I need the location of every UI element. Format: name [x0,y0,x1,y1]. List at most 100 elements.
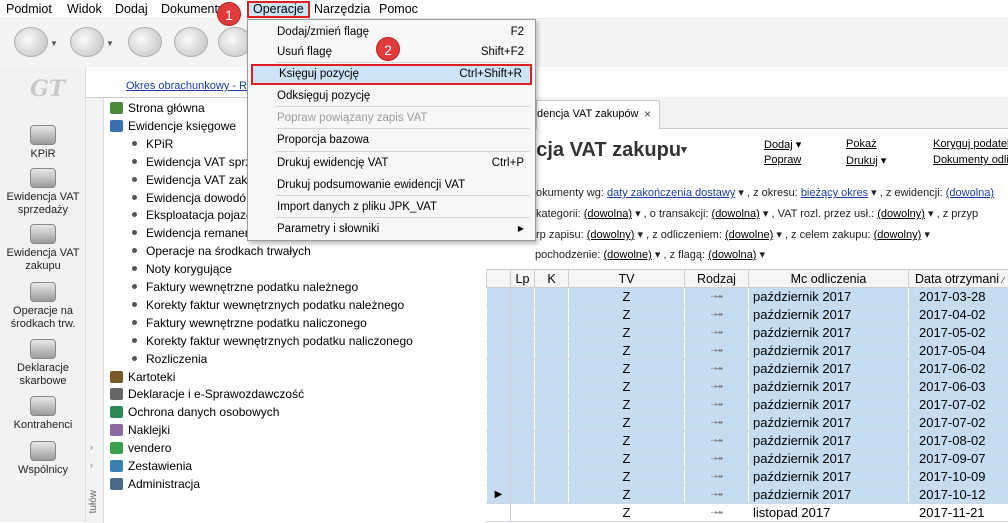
filter-purpose[interactable]: (dowolny) [874,229,922,241]
table-row[interactable]: Z⇢↠październik 20172017-05-04 [487,342,1008,360]
menu-item-drukuj-podsumowanie-ewidencji-vat[interactable]: Drukuj podsumowanie ewidencji VAT [251,175,532,196]
nav-kontrahenci[interactable]: Kontrahenci [0,396,86,432]
records-grid: Lp K TV Rodzaj Mc odliczenia Data otrzym… [486,269,1008,522]
table-row[interactable]: Z⇢↠listopad 20172017-11-21 [487,504,1008,522]
tree-item[interactable]: Ochrona danych osobowych [110,403,279,421]
tree-item[interactable]: Eksploatacja pojazc [132,206,252,224]
tree-item[interactable]: Operacje na środkach trwałych [132,242,311,260]
tree-item[interactable]: Strona główna [110,99,205,117]
menu-item-popraw-powi-zany-zapis-vat[interactable]: Popraw powiązany zapis VAT [251,108,532,129]
tree-item[interactable]: Ewidencja remaner [132,224,249,242]
chevron-down-icon[interactable]: ▼ [106,39,114,48]
period-link[interactable]: Okres obrachunkowy - Ro [126,80,253,92]
nav-vat-sprzedazy[interactable]: Ewidencja VAT sprzedaży [0,168,86,217]
tree-item[interactable]: Ewidencja VAT sprz [132,153,251,171]
tree-item[interactable]: Zestawienia [110,457,192,475]
nav-vat-zakupu[interactable]: Ewidencja VAT zakupu [0,224,86,273]
tab-ewidencja-vat-zakupow[interactable]: dencja VAT zakupów × [536,100,660,129]
filter-transaction[interactable]: (dowolna) [712,208,760,220]
menu-item-parametry-i-s-owniki[interactable]: Parametry i słowniki▶ [251,219,532,240]
tree-item[interactable]: Kartoteki [110,368,175,386]
cell-data-otrzymania: 2017-08-02 [909,432,1008,450]
chevron-down-icon[interactable]: ▼ [50,39,58,48]
cell-lp [511,306,535,324]
nav-kpir[interactable]: KPiR [0,125,86,161]
tree-item[interactable]: Korekty faktur wewnętrznych podatku nale… [132,296,404,314]
table-row[interactable]: Z⇢↠październik 20172017-07-02 [487,414,1008,432]
menu-pomoc[interactable]: Pomoc [375,1,422,18]
chevron-right-icon[interactable]: › [90,442,93,452]
close-icon[interactable]: × [644,101,651,127]
tree-item-label: Korekty faktur wewnętrznych podatku nali… [146,334,413,348]
table-row[interactable]: Z⇢↠październik 20172017-04-02 [487,306,1008,324]
dokumenty-odliczen-button[interactable]: Dokumenty odliczeń [933,154,1008,166]
dodaj-button[interactable]: Dodaj ▾ [764,138,801,151]
menu-item-odksi-guj-pozycj-[interactable]: Odksięguj pozycję [251,86,532,107]
table-row[interactable]: Z⇢↠październik 20172017-05-02 [487,324,1008,342]
col-data-otrzymania[interactable]: Data otrzymani ⁄ [909,270,1008,288]
col-lp[interactable]: Lp [511,270,535,288]
chevron-right-icon[interactable]: › [90,460,93,470]
filter-category[interactable]: (dowolna) [584,208,632,220]
filter-origin[interactable]: (dowolne) [604,249,652,261]
menu-dodaj[interactable]: Dodaj [111,1,152,18]
tree-item[interactable]: Administracja [110,475,200,493]
filter-deduction[interactable]: (dowolne) [725,229,773,241]
table-row[interactable]: Z⇢↠październik 20172017-03-28 [487,288,1008,306]
nav-deklaracje[interactable]: Deklaracje skarbowe [0,339,86,388]
shield-icon [110,406,123,418]
filter-vat-service[interactable]: (dowolny) [877,208,925,220]
filter-entry-type[interactable]: (dowolny) [587,229,635,241]
tree-item[interactable]: Rozliczenia [132,350,207,368]
table-row[interactable]: Z⇢↠październik 20172017-10-09 [487,468,1008,486]
pokaz-button[interactable]: Pokaż [846,138,877,150]
menu-item-drukuj-ewidencj-vat[interactable]: Drukuj ewidencję VATCtrl+P [251,153,532,174]
col-rodzaj[interactable]: Rodzaj [685,270,749,288]
tree-item[interactable]: Ewidencja dowodó [132,189,246,207]
table-row[interactable]: Z⇢↠październik 20172017-07-02 [487,396,1008,414]
back-icon[interactable] [14,27,48,57]
tree-item[interactable]: Ewidencja VAT zaku [132,171,254,189]
menu-item-proporcja-bazowa[interactable]: Proporcja bazowa [251,130,532,151]
menu-widok[interactable]: Widok [63,1,106,18]
tree-item[interactable]: KPiR [132,135,173,153]
col-tv[interactable]: TV [569,270,685,288]
filter-register[interactable]: (dowolna) [946,187,994,199]
menu-item-import-danych-z-pliku-jpk-vat[interactable]: Import danych z pliku JPK_VAT [251,197,532,218]
tree-item[interactable]: Ewidencje księgowe [110,117,236,135]
tree-item[interactable]: vendero [110,439,171,457]
table-row[interactable]: Z⇢↠październik 20172017-06-03 [487,378,1008,396]
col-mc-odliczenia[interactable]: Mc odliczenia [749,270,909,288]
menu-podmiot[interactable]: Podmiot [2,1,56,18]
koryguj-podatek-button[interactable]: Koryguj podatek [933,138,1008,150]
forward-icon[interactable] [70,27,104,57]
table-row[interactable]: Z⇢↠październik 20172017-09-07 [487,450,1008,468]
tree-item[interactable]: Faktury wewnętrzne podatku naliczonego [132,314,367,332]
cell-data-otrzymania: 2017-07-02 [909,396,1008,414]
chevron-down-icon[interactable]: ▾ [681,144,687,156]
stamp-icon[interactable] [128,27,162,57]
menu-item-ksi-guj-pozycj-[interactable]: Księguj pozycjęCtrl+Shift+R [251,64,532,85]
tree-item[interactable]: Deklaracje i e-Sprawozdawczość [110,385,304,403]
filter-period[interactable]: bieżący okres [801,187,868,199]
tree-item[interactable]: Naklejki [110,421,170,439]
popraw-button[interactable]: Popraw [764,154,801,166]
eraser-icon[interactable] [174,27,208,57]
cell-k [535,288,569,306]
table-row[interactable]: Z⇢↠październik 20172017-06-02 [487,360,1008,378]
table-row[interactable]: ▶Z⇢↠październik 20172017-10-12 [487,486,1008,504]
table-row[interactable]: Z⇢↠październik 20172017-08-02 [487,432,1008,450]
drukuj-button[interactable]: Drukuj ▾ [846,154,886,167]
filter-date-type[interactable]: daty zakończenia dostawy [607,187,735,199]
tree-item[interactable]: Noty korygujące [132,260,232,278]
tree-item[interactable]: Korekty faktur wewnętrznych podatku nali… [132,332,413,350]
cell-mc-odliczenia: październik 2017 [749,468,909,486]
col-k[interactable]: K [535,270,569,288]
filter-flag[interactable]: (dowolna) [708,249,756,261]
row-indicator [487,360,511,378]
menu-operacje[interactable]: Operacje [247,1,310,18]
nav-wspolnicy[interactable]: Wspólnicy [0,441,86,477]
nav-srodki-trwale[interactable]: Operacje na środkach trw. [0,282,86,331]
tree-item[interactable]: Faktury wewnętrzne podatku należnego [132,278,358,296]
menu-narzedzia[interactable]: Narzędzia [310,1,374,18]
